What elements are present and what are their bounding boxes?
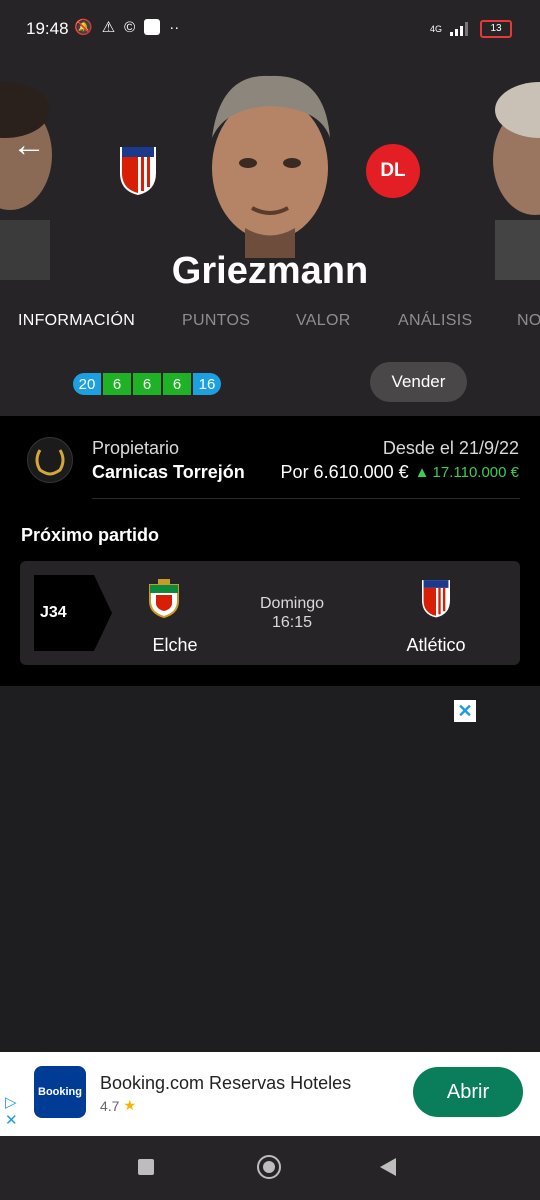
tab-bar: INFORMACIÓN PUNTOS VALOR ANÁLISIS NO — [0, 290, 540, 350]
booking-logo: Booking — [34, 1066, 86, 1118]
player-hero: ← DL Griezmann — [0, 60, 540, 290]
signal-icon — [450, 22, 468, 36]
points-chip: 6 — [103, 373, 131, 395]
warning-icon: ⚠ — [101, 19, 116, 36]
info-panel: Propietario Carnicas Torrejón Desde el 2… — [0, 416, 540, 686]
sell-button[interactable]: Vender — [370, 362, 467, 402]
home-team: Elche — [152, 635, 198, 655]
next-player-photo[interactable] — [485, 70, 540, 280]
tab-puntos[interactable]: PUNTOS — [182, 312, 250, 330]
atletico-crest-icon — [120, 147, 156, 195]
player-photo — [212, 75, 330, 258]
points-chip: 20 — [73, 373, 101, 395]
divider — [92, 498, 520, 499]
status-time: 19:48 — [26, 19, 69, 38]
previous-player-photo[interactable] — [0, 70, 60, 280]
purchase-price: Por 6.610.000 € — [280, 462, 409, 482]
ad-title: Booking.com Reservas Hoteles — [100, 1073, 352, 1093]
form-row: 20 6 6 6 16 Vender — [0, 350, 540, 416]
tab-analisis[interactable]: ANÁLISIS — [398, 312, 472, 330]
owner-avatar[interactable] — [27, 437, 73, 483]
ad-banner[interactable]: Booking Booking.com Reservas Hoteles 4.7… — [0, 1052, 540, 1136]
recent-points: 20 6 6 6 16 — [73, 373, 221, 395]
laurel-icon — [35, 449, 65, 476]
ad-close-icon[interactable]: ✕ — [454, 700, 476, 722]
ad-rating-value: 4.7 — [100, 1097, 120, 1114]
status-icons: 🔕 ⚠ © ·· — [74, 18, 180, 37]
square-icon — [144, 19, 161, 35]
owner-since: Desde el 21/9/22 — [382, 438, 519, 458]
match-time: 16:15 — [271, 614, 313, 631]
status-right: 4G 13 — [430, 20, 512, 38]
tab-informacion[interactable]: INFORMACIÓN — [18, 312, 135, 330]
back-arrow-icon[interactable]: ← — [12, 128, 46, 162]
next-match-title: Próximo partido — [21, 525, 160, 545]
adchoices-icon[interactable]: ▷ ✕ — [5, 1094, 18, 1130]
value-change-amount: 17.110.000 € — [432, 464, 519, 481]
home-icon[interactable] — [257, 1155, 281, 1179]
ad-open-button[interactable]: Abrir — [413, 1067, 523, 1117]
player-name: Griezmann — [171, 250, 369, 290]
owner-name[interactable]: Carnicas Torrejón — [92, 462, 245, 483]
points-chip: 16 — [193, 373, 221, 395]
ad-rating: 4.7 ★ — [100, 1097, 136, 1114]
value-change: ▲ 17.110.000 € — [415, 464, 519, 481]
points-chip: 6 — [163, 373, 191, 395]
purchase-price-row: Por 6.610.000 € ▲ 17.110.000 € — [281, 462, 519, 483]
star-icon: ★ — [123, 1097, 137, 1113]
next-match-card[interactable]: J34 Elche Domingo 16:15 Atlético — [20, 561, 520, 665]
recents-icon[interactable] — [138, 1159, 154, 1175]
elche-crest-icon — [149, 579, 179, 619]
round-label: J34 — [40, 604, 67, 621]
bell-muted-icon: 🔕 — [74, 19, 93, 36]
tab-valor[interactable]: VALOR — [296, 312, 351, 330]
more-dots-icon: ·· — [169, 18, 180, 36]
ad-area: ✕ — [0, 686, 540, 1052]
system-nav-bar — [0, 1136, 540, 1200]
owner-label: Propietario — [92, 438, 180, 458]
position-badge: DL — [366, 144, 420, 198]
atletico-crest-icon — [422, 580, 450, 618]
battery-icon: 13 — [480, 20, 512, 38]
points-chip: 6 — [133, 373, 161, 395]
system-back-icon[interactable] — [380, 1158, 396, 1176]
status-bar: 19:48 🔕 ⚠ © ·· 4G 13 — [0, 0, 540, 60]
arrow-up-icon: ▲ — [414, 464, 430, 481]
away-team: Atlético — [406, 635, 466, 655]
app-notification-icon: © — [124, 18, 136, 36]
tab-noticias[interactable]: NO — [517, 312, 540, 330]
match-day: Domingo — [259, 595, 325, 612]
network-label: 4G — [429, 24, 442, 34]
